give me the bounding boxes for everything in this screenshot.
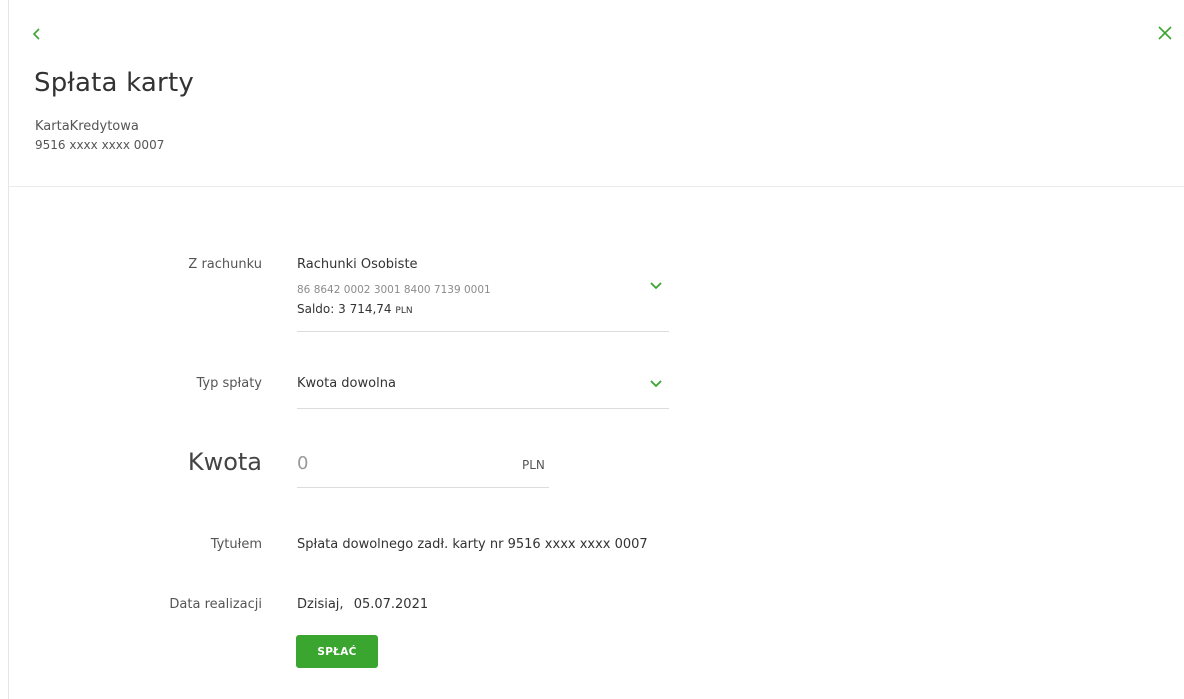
chevron-down-icon xyxy=(650,282,662,290)
account-balance: Saldo: 3 714,74 PLN xyxy=(297,302,413,316)
chevron-left-icon[interactable] xyxy=(29,26,45,42)
account-name: Rachunki Osobiste xyxy=(297,257,418,272)
account-select[interactable]: Rachunki Osobiste 86 8642 0002 3001 8400… xyxy=(297,250,669,330)
card-name: KartaKredytowa xyxy=(35,119,139,134)
amount-input[interactable] xyxy=(297,448,507,478)
amount-currency: PLN xyxy=(522,458,545,472)
account-balance-amount: Saldo: 3 714,74 xyxy=(297,302,392,316)
repayment-type-label: Typ spłaty xyxy=(196,376,262,391)
repayment-type-select[interactable]: Kwota dowolna xyxy=(297,366,669,406)
repayment-type-underline xyxy=(297,408,669,409)
title-value: Spłata dowolnego zadł. karty nr 9516 xxx… xyxy=(297,537,648,552)
date-date: 05.07.2021 xyxy=(353,597,429,612)
repayment-type-value: Kwota dowolna xyxy=(297,376,396,391)
date-value: Dzisiaj, 05.07.2021 xyxy=(297,597,428,612)
amount-underline xyxy=(297,487,549,488)
date-day: Dzisiaj, xyxy=(297,597,344,612)
account-number: 86 8642 0002 3001 8400 7139 0001 xyxy=(297,284,491,296)
left-border xyxy=(8,0,9,699)
account-balance-currency: PLN xyxy=(395,306,413,316)
amount-label: Kwota xyxy=(187,448,262,476)
account-underline xyxy=(297,331,669,332)
header-divider xyxy=(9,186,1184,187)
chevron-down-icon xyxy=(650,380,662,388)
title-label: Tytułem xyxy=(210,537,262,552)
card-number: 9516 xxxx xxxx 0007 xyxy=(35,138,165,152)
account-label: Z rachunku xyxy=(188,257,262,272)
date-label: Data realizacji xyxy=(169,597,262,612)
page-title: Spłata karty xyxy=(34,68,194,98)
pay-button[interactable]: SPŁAĆ xyxy=(296,635,378,668)
close-icon[interactable] xyxy=(1157,25,1173,41)
